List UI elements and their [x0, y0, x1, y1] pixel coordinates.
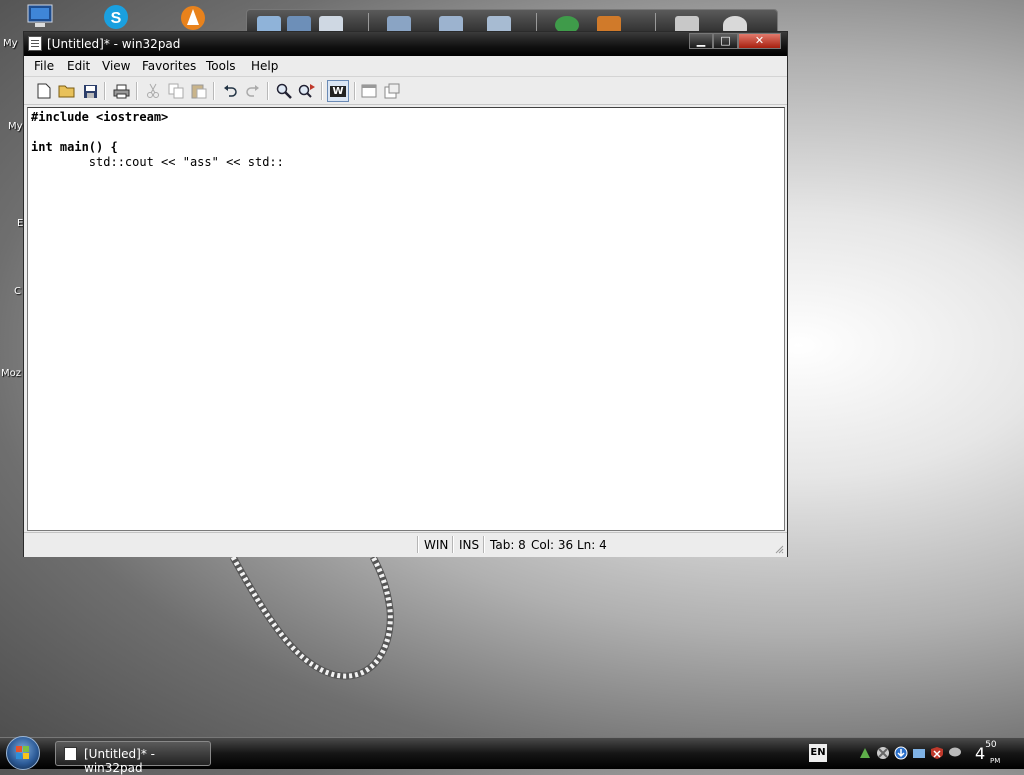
paste-button[interactable] — [189, 81, 209, 101]
security-alert-tray-icon[interactable] — [930, 746, 944, 760]
notepad-icon — [28, 36, 42, 51]
taskbar-button-label: [Untitled]* - win32pad — [84, 747, 155, 775]
folder-tray-icon[interactable] — [912, 746, 926, 760]
copy-button[interactable] — [166, 81, 186, 101]
redo-button[interactable] — [243, 81, 263, 101]
system-clock[interactable]: 450 PM — [975, 740, 1001, 765]
menu-view[interactable]: View — [102, 59, 130, 73]
magnifier-icon — [276, 83, 292, 99]
code-line-1: #include <iostream> — [31, 110, 169, 124]
replace-button[interactable] — [297, 81, 317, 101]
menu-edit[interactable]: Edit — [67, 59, 90, 73]
chat-tray-icon[interactable] — [948, 746, 962, 760]
clock-ampm: PM — [990, 757, 1001, 765]
open-folder-icon — [58, 85, 75, 98]
save-disk-icon — [83, 84, 97, 98]
menu-file[interactable]: File — [34, 59, 54, 73]
open-file-button[interactable] — [57, 81, 77, 101]
desktop-label-my-computer: My — [3, 38, 18, 49]
code-line-4: std::cout << "ass" << std:: — [31, 155, 284, 169]
minimize-button[interactable]: ▁ — [689, 33, 713, 49]
word-wrap-label: W — [330, 85, 346, 97]
paste-clipboard-icon — [191, 84, 207, 99]
status-encoding: WIN — [424, 538, 449, 552]
menu-help[interactable]: Help — [251, 59, 278, 73]
network-tray-icon[interactable] — [858, 746, 872, 760]
language-indicator[interactable]: EN — [809, 744, 827, 762]
properties-icon — [384, 83, 400, 99]
status-bar: WIN INS Tab: 8 Col: 36 Ln: 4 — [24, 532, 787, 557]
cut-button[interactable] — [143, 81, 163, 101]
taskbar: [Untitled]* - win32pad EN 450 PM — [0, 736, 1024, 775]
redo-arrow-icon — [246, 85, 259, 97]
status-tab-size: Tab: 8 — [490, 538, 526, 552]
window-title: [Untitled]* - win32pad — [47, 37, 181, 51]
desktop-label-mozilla: Moz — [1, 368, 21, 379]
status-insert-mode: INS — [459, 538, 480, 552]
clock-minutes: 50 — [985, 739, 997, 750]
find-button[interactable] — [274, 81, 294, 101]
computer-icon — [27, 4, 53, 27]
skype-icon: S — [104, 5, 128, 29]
desktop-label-c: C — [14, 286, 21, 297]
save-button[interactable] — [80, 81, 100, 101]
text-editor[interactable]: #include <iostream> int main() { std::co… — [27, 107, 785, 531]
clock-hour: 4 — [975, 744, 986, 763]
resize-grip-icon[interactable] — [774, 544, 784, 554]
status-cursor-position: Col: 36 Ln: 4 — [531, 538, 607, 552]
vlc-shortcut-icon — [181, 6, 205, 30]
word-wrap-toggle[interactable]: W — [327, 80, 349, 102]
undo-button[interactable] — [220, 81, 240, 101]
title-bar[interactable]: [Untitled]* - win32pad ▁ □ ✕ — [24, 32, 787, 56]
close-button[interactable]: ✕ — [738, 33, 781, 49]
new-file-button[interactable] — [34, 81, 54, 101]
windows-logo-icon — [16, 746, 29, 759]
maximize-button[interactable]: □ — [713, 33, 738, 49]
copy-icon — [168, 83, 184, 99]
properties-button[interactable] — [382, 81, 402, 101]
svg-text:S: S — [111, 10, 122, 27]
printer-icon — [113, 84, 129, 98]
taskbar-button-win32pad[interactable]: [Untitled]* - win32pad — [55, 741, 211, 775]
start-button[interactable] — [6, 736, 40, 770]
undo-arrow-icon — [224, 85, 237, 97]
menu-tools[interactable]: Tools — [206, 59, 236, 73]
tools-tray-icon[interactable] — [876, 746, 890, 760]
window-options-button[interactable] — [359, 81, 379, 101]
toolbar: W — [24, 77, 787, 105]
code-line-3: int main() { — [31, 140, 118, 154]
find-replace-icon — [298, 84, 315, 98]
download-tray-icon[interactable] — [894, 746, 908, 760]
rope-wallpaper-decoration — [229, 555, 394, 680]
menu-favorites[interactable]: Favorites — [142, 59, 196, 73]
window-frame-icon — [361, 84, 377, 98]
print-button[interactable] — [111, 81, 131, 101]
new-document-icon — [37, 83, 51, 99]
desktop-label-my-documents: My — [8, 121, 23, 132]
menu-bar: File Edit View Favorites Tools Help — [24, 56, 787, 77]
win32pad-window: [Untitled]* - win32pad ▁ □ ✕ File Edit V… — [23, 31, 788, 557]
scissors-icon — [147, 83, 159, 98]
notepad-icon — [64, 747, 77, 761]
